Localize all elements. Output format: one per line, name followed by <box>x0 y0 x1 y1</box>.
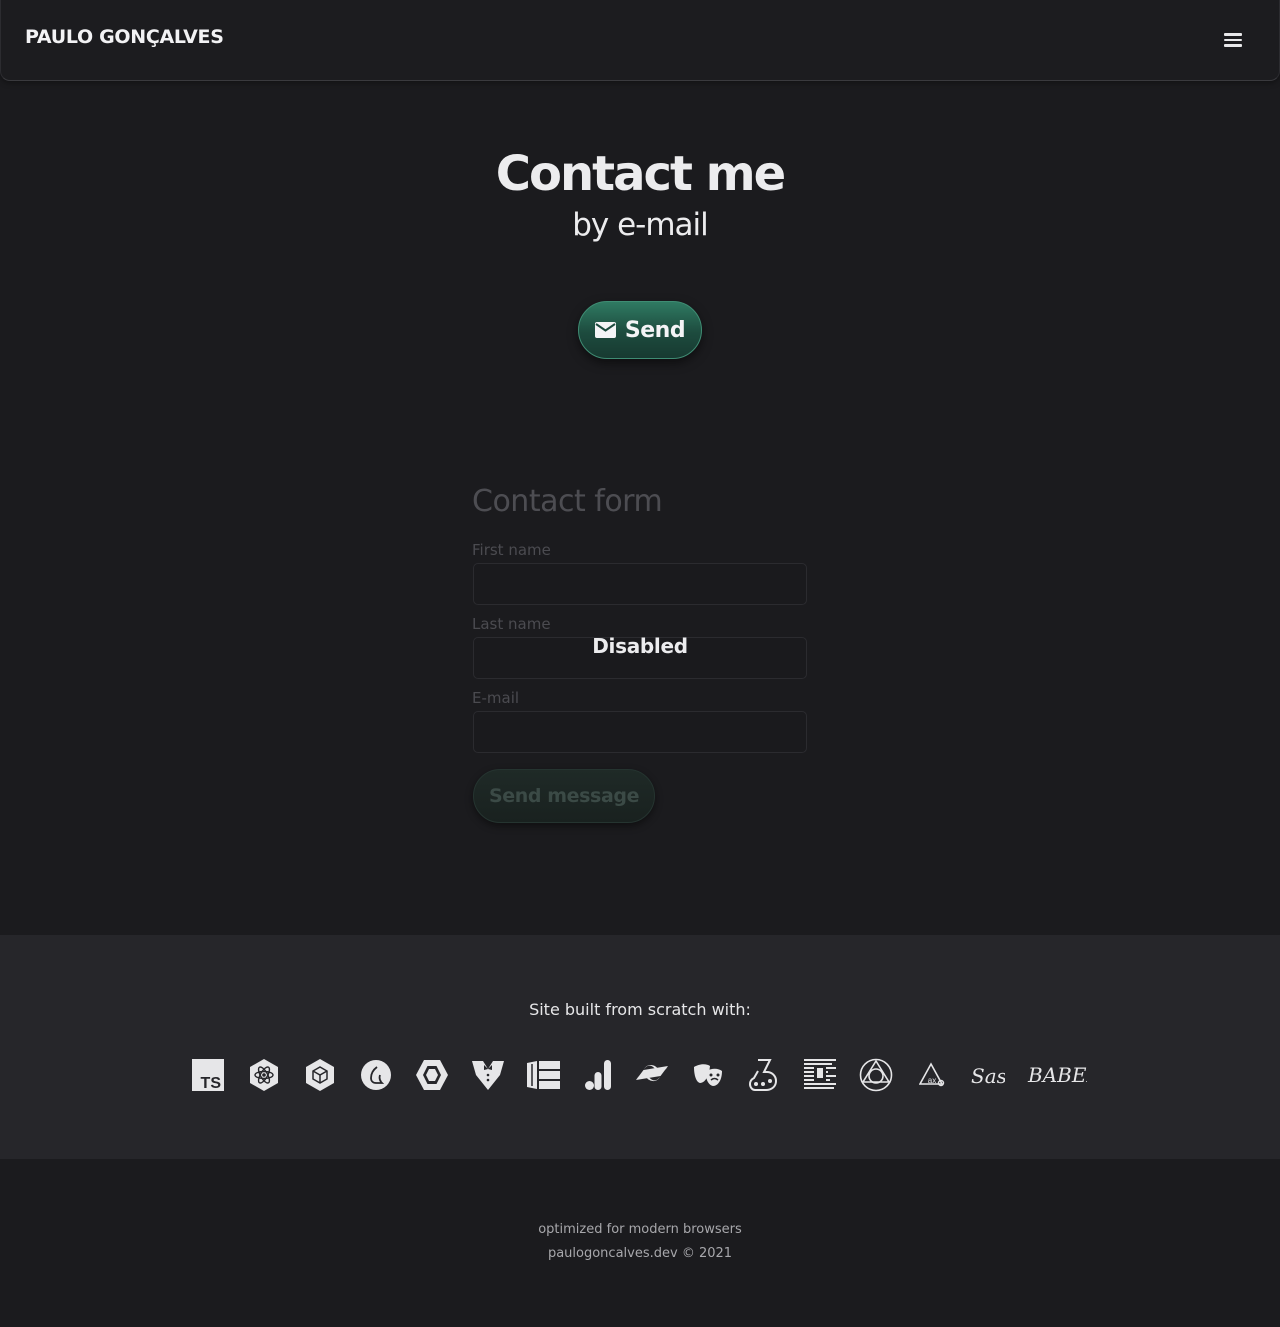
tech-stack-title: Site built from scratch with: <box>529 1000 751 1019</box>
site-brand[interactable]: PAULO GONÇALVES <box>25 26 224 48</box>
babel-icon[interactable]: BABEL <box>1027 1057 1087 1093</box>
theatre-masks-icon[interactable] <box>693 1057 723 1093</box>
page-subtitle: by e-mail <box>572 207 709 243</box>
gatsby-tuxedo-icon[interactable] <box>471 1057 505 1093</box>
axe-icon[interactable]: ax <box>919 1057 945 1093</box>
svg-text:ax: ax <box>928 1076 936 1085</box>
sass-icon[interactable]: Sass <box>969 1057 1005 1093</box>
send-button-label: Send <box>624 317 686 343</box>
tech-icons-row: TS ax Sa BABE <box>0 1057 1280 1093</box>
send-email-button[interactable]: Send <box>578 301 702 359</box>
email-label: E-mail <box>472 689 520 707</box>
last-name-label: Last name <box>472 615 551 633</box>
first-name-input[interactable] <box>473 563 807 605</box>
email-input[interactable] <box>473 711 807 753</box>
web-components-icon[interactable] <box>527 1057 560 1093</box>
typescript-icon[interactable]: TS <box>192 1057 224 1093</box>
storybook-icon[interactable] <box>804 1057 836 1093</box>
prettier-icon[interactable] <box>360 1057 392 1093</box>
tailwind-icon[interactable] <box>635 1057 669 1093</box>
jest-icon[interactable] <box>749 1057 778 1093</box>
footer-note: optimized for modern browsers <box>538 1222 742 1237</box>
menu-bar <box>1224 44 1242 47</box>
webpack-icon[interactable] <box>304 1057 336 1093</box>
sass-icon-text: Sass <box>971 1064 1005 1088</box>
mail-icon <box>594 322 616 338</box>
footer-copyright: paulogoncalves.dev © 2021 <box>547 1246 733 1261</box>
send-message-button[interactable]: Send message <box>473 769 655 823</box>
menu-bar <box>1224 38 1242 42</box>
top-navbar: PAULO GONÇALVES <box>0 0 1280 81</box>
disabled-overlay-text: Disabled <box>592 634 688 658</box>
glyph-compass-icon[interactable] <box>859 1057 893 1093</box>
page-title: Contact me <box>495 146 786 202</box>
tech-stack-section: Site built from scratch with: TS ax Sa B… <box>0 935 1280 1159</box>
typescript-icon-text: TS <box>201 1075 222 1091</box>
eslint-icon[interactable] <box>415 1057 449 1093</box>
first-name-label: First name <box>472 541 551 559</box>
hamburger-menu-icon[interactable] <box>1219 26 1247 54</box>
babel-icon-text: BABEL <box>1027 1063 1087 1087</box>
react-icon[interactable] <box>248 1057 280 1093</box>
menu-bar <box>1224 33 1242 36</box>
google-analytics-icon[interactable] <box>585 1057 611 1093</box>
contact-form-title: Contact form <box>472 484 663 519</box>
